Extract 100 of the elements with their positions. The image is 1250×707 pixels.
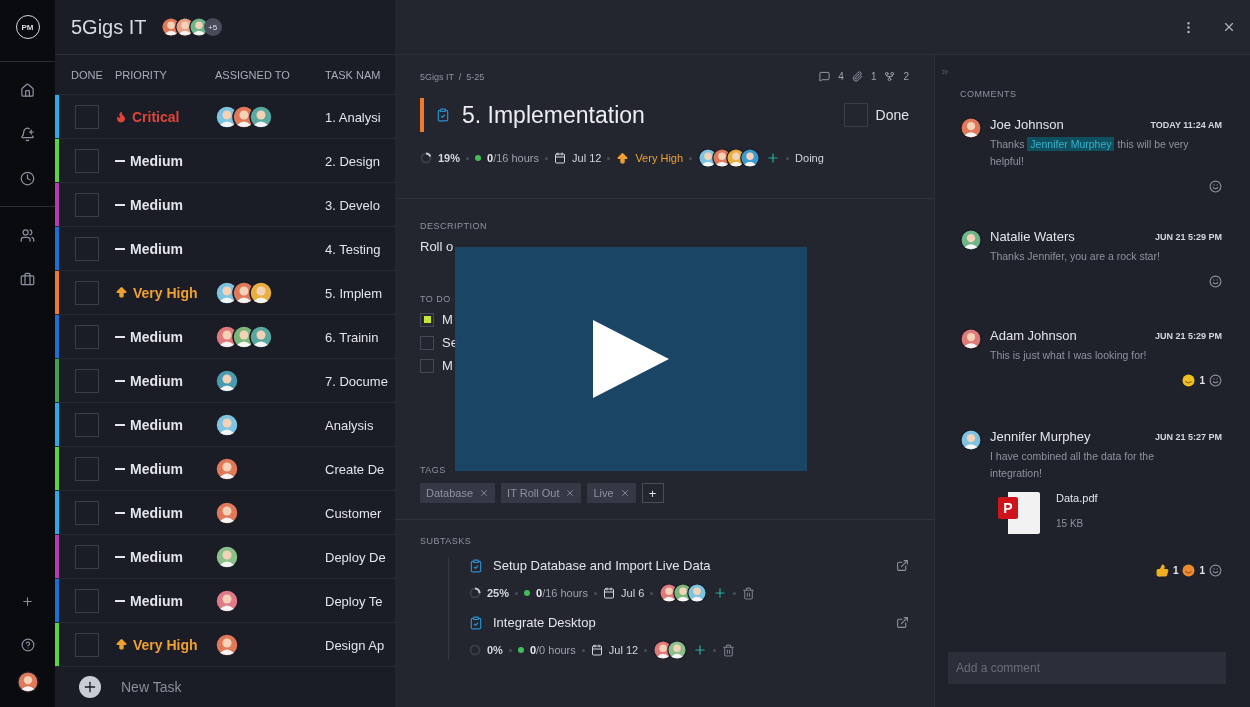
comment-field[interactable]: Add a comment: [948, 652, 1226, 684]
remove-icon[interactable]: [565, 488, 576, 498]
mention-link[interactable]: Jennifer Murphey: [1027, 137, 1115, 151]
heart-eyes-emoji-icon[interactable]: [1182, 564, 1196, 577]
tag[interactable]: Database: [420, 483, 496, 503]
open-link-icon[interactable]: [896, 559, 909, 572]
reaction-count: 1: [1172, 565, 1179, 576]
add-assignee-icon[interactable]: [713, 586, 728, 600]
done-checkbox[interactable]: [75, 148, 99, 173]
task-name[interactable]: Deploy Te: [325, 593, 383, 609]
dash-icon: [115, 423, 125, 426]
dash-icon: [115, 247, 125, 250]
add-reaction-icon[interactable]: [1209, 275, 1222, 288]
priority-text[interactable]: Medium: [130, 196, 183, 213]
priority-text[interactable]: Critical: [132, 108, 180, 125]
done-checkbox[interactable]: [75, 544, 99, 569]
done-checkbox[interactable]: [75, 236, 99, 261]
breadcrumb[interactable]: 5Gigs IT / 5-25: [420, 71, 485, 82]
task-name[interactable]: Customer: [325, 505, 382, 521]
add-reaction-icon[interactable]: [1209, 374, 1222, 387]
done-checkbox[interactable]: [75, 368, 99, 393]
status-text[interactable]: Doing: [795, 152, 824, 164]
task-name[interactable]: 5. Implem: [325, 285, 383, 301]
due-date[interactable]: Jul 12: [572, 152, 602, 164]
task-name[interactable]: 1. Analysi: [325, 109, 381, 125]
hours-text: 0/16 hours: [487, 152, 540, 164]
tag[interactable]: IT Roll Out: [501, 483, 582, 503]
comment-text: I have combined all the data for the integration!: [990, 449, 1156, 481]
subtask-name[interactable]: Integrate Desktop: [493, 615, 886, 630]
priority-text[interactable]: Medium: [130, 416, 183, 433]
done-checkbox[interactable]: [75, 588, 99, 613]
todo-checkbox[interactable]: [420, 335, 434, 350]
tag[interactable]: Live: [587, 483, 636, 503]
task-name[interactable]: 7. Docume: [325, 373, 388, 389]
task-name[interactable]: 2. Design: [325, 153, 380, 169]
todo-text: M: [442, 358, 453, 373]
priority-text[interactable]: Medium: [130, 240, 183, 257]
hours-text: 0/16 hours: [536, 587, 589, 599]
dash-icon: [115, 511, 125, 514]
column-header: TASK NAM: [325, 68, 382, 81]
comment-author: Natalie Waters: [990, 229, 1075, 244]
done-checkbox[interactable]: [75, 192, 99, 217]
priority-text[interactable]: Very High: [133, 284, 198, 301]
remove-icon[interactable]: [479, 488, 490, 498]
task-name[interactable]: Design Ap: [325, 637, 385, 653]
file-name[interactable]: Data.pdf: [1056, 492, 1098, 504]
todo-checkbox[interactable]: [420, 312, 434, 327]
due-date[interactable]: Jul 6: [621, 587, 645, 599]
done-checkbox[interactable]: [75, 104, 99, 129]
trash-icon[interactable]: [742, 586, 756, 600]
add-assignee-icon[interactable]: [766, 151, 781, 165]
add-reaction-icon[interactable]: [1209, 564, 1222, 577]
add-task-icon[interactable]: [79, 676, 101, 698]
todo-checkbox[interactable]: [420, 358, 434, 373]
priority-text[interactable]: Medium: [130, 152, 183, 169]
thumbs-up-icon[interactable]: [1155, 564, 1169, 577]
task-name[interactable]: Create De: [325, 461, 385, 477]
done-checkbox[interactable]: [75, 500, 99, 525]
reaction-count: 1: [1199, 565, 1205, 576]
avatar: [248, 280, 273, 305]
done-checkbox[interactable]: [75, 412, 99, 437]
remove-icon[interactable]: [619, 488, 630, 498]
paperclip-icon: [851, 71, 863, 82]
task-name[interactable]: Deploy De: [325, 549, 386, 565]
priority-text[interactable]: Medium: [130, 372, 183, 389]
description-text: Roll o: [420, 239, 455, 254]
add-reaction-icon[interactable]: [1209, 180, 1222, 193]
task-title: 5. Implementation: [462, 101, 646, 129]
due-date[interactable]: Jul 12: [608, 644, 639, 656]
done-checkbox[interactable]: [75, 632, 99, 657]
task-name[interactable]: 4. Testing: [325, 241, 381, 257]
avatar: [960, 328, 982, 350]
open-link-icon[interactable]: [896, 616, 909, 629]
priority-text[interactable]: Very High: [133, 636, 198, 653]
subtask-icon: [884, 71, 896, 82]
priority-text[interactable]: Medium: [130, 460, 183, 477]
done-checkbox[interactable]: [843, 103, 868, 127]
task-name[interactable]: 6. Trainin: [325, 329, 379, 345]
smile-emoji-icon[interactable]: [1182, 374, 1196, 387]
priority-text[interactable]: Medium: [130, 548, 183, 565]
done-checkbox[interactable]: [75, 456, 99, 481]
priority-text[interactable]: Medium: [130, 504, 183, 521]
priority-text[interactable]: Medium: [130, 592, 183, 609]
play-icon[interactable]: [591, 318, 671, 400]
column-header: DONE: [71, 68, 103, 81]
add-tag-button[interactable]: +: [641, 483, 664, 503]
status-dot: [517, 647, 524, 653]
done-checkbox[interactable]: [75, 280, 99, 305]
subtask-name[interactable]: Setup Database and Import Live Data: [493, 558, 886, 573]
priority-text[interactable]: Very High: [635, 152, 684, 164]
add-assignee-icon[interactable]: [693, 643, 708, 657]
done-checkbox[interactable]: [75, 324, 99, 349]
task-name[interactable]: 3. Develo: [325, 197, 380, 213]
new-task-button[interactable]: New Task: [121, 679, 182, 695]
comment-count: 4: [838, 71, 844, 82]
trash-icon[interactable]: [722, 643, 736, 657]
priority-text[interactable]: Medium: [130, 328, 183, 345]
close-icon[interactable]: [1222, 20, 1236, 34]
task-name[interactable]: Analysis: [325, 417, 374, 433]
arrow-up-icon: [115, 286, 128, 299]
